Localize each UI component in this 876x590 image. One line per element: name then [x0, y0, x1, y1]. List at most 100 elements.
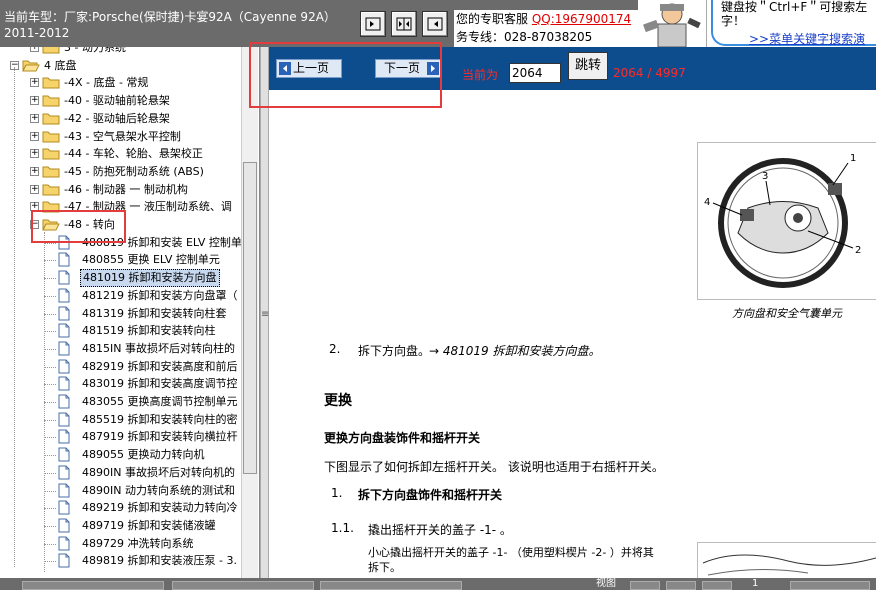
tree-item-label: 489219 拆卸和安装动力转向冷: [82, 501, 238, 515]
tree-item-label: 487919 拆卸和安装转向横拉杆: [82, 430, 238, 444]
step2-text: 拆下方向盘。: [358, 344, 431, 358]
document-icon: [58, 518, 70, 533]
support-label: 您的专职客服: [456, 12, 529, 26]
qq-link[interactable]: QQ:1967900174: [532, 12, 631, 26]
tree-scrollbar[interactable]: [241, 47, 258, 578]
layout-right-icon: [427, 17, 443, 31]
top-bar: 当前车型：厂家:Porsche(保时捷)卡宴92A（Cayenne 92A）20…: [0, 0, 876, 60]
steering-wheel-figure: 1 2 3 4: [697, 142, 876, 300]
tree-item-label: 4 底盘: [44, 58, 77, 72]
tree-item-label: 4890IN 事故损坏后对转向机的: [82, 465, 235, 479]
step11-number: 1.1.: [331, 521, 354, 535]
tree-item-label: -4X - 底盘 - 常规: [64, 76, 149, 90]
tree-item-label: 4815IN 事故损坏后对转向柱的: [82, 341, 235, 355]
document-icon: [58, 376, 70, 391]
intro-text: 下图显示了如何拆卸左摇杆开关。 该说明也适用于右摇杆开关。: [324, 460, 664, 474]
step1-number: 1.: [331, 486, 343, 500]
folder-icon: [42, 165, 60, 178]
tree-guide-line: [44, 232, 45, 572]
folder-icon: [42, 147, 60, 160]
step11-text: 撬出摇杆开关的盖子 -1- 。: [368, 523, 512, 537]
document-icon: [58, 306, 70, 321]
tree-item-label: 489819 拆卸和安装液压泵 - 3.: [82, 554, 237, 568]
document-icon: [58, 465, 70, 480]
tree-item-label: 481319 拆卸和安装转向柱套: [82, 306, 227, 320]
view-right-pane-button[interactable]: [422, 11, 448, 37]
folder-icon: [42, 130, 60, 143]
rocker-switch-illustration: [702, 554, 876, 576]
subsection-heading: 更换方向盘装饰件和摇杆开关: [324, 431, 481, 445]
support-info: 您的专职客服 QQ:1967900174 务专线：028-87038205: [454, 10, 638, 52]
car-model-title: 当前车型：厂家:Porsche(保时捷)卡宴92A（Cayenne 92A）20…: [4, 10, 330, 40]
highlight-nav-buttons: [249, 42, 442, 108]
step11-detail-line1: 小心撬出摇杆开关的盖子 -1- （使用塑料楔片 -2- ）并将其: [368, 546, 654, 559]
document-icon: [58, 359, 70, 374]
status-segment-1: [22, 581, 164, 590]
document-icon: [58, 288, 70, 303]
folder-icon: [42, 47, 60, 54]
view-left-pane-button[interactable]: [360, 11, 386, 37]
view-button-2[interactable]: [666, 581, 696, 590]
tree-item-label-selected: 481019 拆卸和安装方向盘: [80, 269, 220, 288]
document-icon: [58, 394, 70, 409]
mechanic-mascot-icon: [643, 3, 701, 48]
expand-icon[interactable]: +: [30, 47, 39, 52]
document-icon: [58, 447, 70, 462]
tree-item-label: 483055 更换高度调节控制单元: [82, 395, 238, 408]
tree-item-label: 481219 拆卸和安装方向盘罩（: [82, 288, 238, 302]
document-icon: [58, 483, 70, 498]
scroll-down-button[interactable]: [243, 564, 257, 578]
mascot-image: [638, 0, 706, 48]
status-segment-2: [172, 581, 314, 590]
step11-detail-line2: 拆下。: [368, 561, 401, 574]
tree-item-label: -42 - 驱动轴后轮悬架: [64, 111, 170, 125]
step2-reference: → 481019 拆卸和安装方向盘。: [429, 344, 601, 358]
tree-item-label: 483019 拆卸和安装高度调节控: [82, 377, 238, 391]
scroll-thumb[interactable]: [243, 162, 257, 474]
view-label: 视图: [596, 578, 616, 589]
view-button-3[interactable]: [702, 581, 732, 590]
tree-item-label: -43 - 空气悬架水平控制: [64, 129, 181, 143]
expand-icon[interactable]: +: [30, 113, 39, 123]
expand-icon[interactable]: +: [30, 149, 39, 159]
document-icon: [58, 429, 70, 444]
view-split-button[interactable]: [391, 11, 417, 37]
search-hint-box: 键盘按＂Ctrl+F＂可搜索左字！ >>菜单关键字搜索演示: [706, 0, 876, 60]
figure1-callout-3: 3: [762, 171, 768, 182]
jump-button[interactable]: 跳转: [568, 52, 608, 80]
hotline-text: 务专线：028-87038205: [456, 30, 593, 44]
status-bar: 视图 1: [0, 578, 876, 590]
tree-item-label: 489055 更换动力转向机: [82, 448, 205, 462]
expand-icon[interactable]: +: [30, 184, 39, 194]
folder-open-icon: [22, 59, 40, 72]
tree-item-label: 482919 拆卸和安装高度和前后: [82, 359, 238, 373]
figure1-callout-4: 4: [704, 197, 710, 208]
expand-icon[interactable]: +: [30, 96, 39, 106]
chapter-tree: +3 - 动力系统 −4 底盘 + -4X - 底盘 - 常规 + -40 - 驱动轴前轮…: [0, 47, 260, 578]
folder-icon: [42, 183, 60, 196]
pane-splitter[interactable]: ≡: [260, 47, 269, 578]
tree-item-label: 481519 拆卸和安装转向柱: [82, 324, 216, 338]
search-hint-text: 键盘按＂Ctrl+F＂可搜索左字！: [721, 0, 868, 28]
tree-item-label: -44 - 车轮、轮胎、悬架校正: [64, 147, 203, 161]
document-view: 1 2 3 4 方向盘和安全气囊单元 2. 拆下方向盘。 → 481019 拆卸…: [269, 90, 876, 578]
tree-guide-line: [14, 67, 15, 567]
expand-icon[interactable]: +: [30, 166, 39, 176]
expand-icon[interactable]: +: [30, 131, 39, 141]
tree-item-label: 489729 冲洗转向系统: [82, 536, 194, 550]
status-segment-4: [790, 581, 870, 590]
view-button-1[interactable]: [630, 581, 660, 590]
tree-item-label: -46 - 制动器 一 制动机构: [64, 182, 188, 196]
tree-item-label: -45 - 防抱死制动系统 (ABS): [64, 164, 204, 178]
tree-item-label: 485519 拆卸和安装转向柱的密: [82, 412, 238, 426]
page-number-input[interactable]: [509, 63, 561, 83]
tree-item-label: 3 - 动力系统: [64, 47, 126, 54]
folder-icon: [42, 76, 60, 89]
expand-icon[interactable]: +: [30, 78, 39, 88]
tree-item-label: 480855 更换 ELV 控制单元: [82, 253, 220, 267]
rocker-switch-figure: [697, 542, 876, 578]
section-heading: 更换: [324, 393, 352, 409]
document-icon: [58, 270, 70, 285]
folder-icon: [42, 94, 60, 107]
current-page-label: 当前为: [462, 68, 499, 82]
